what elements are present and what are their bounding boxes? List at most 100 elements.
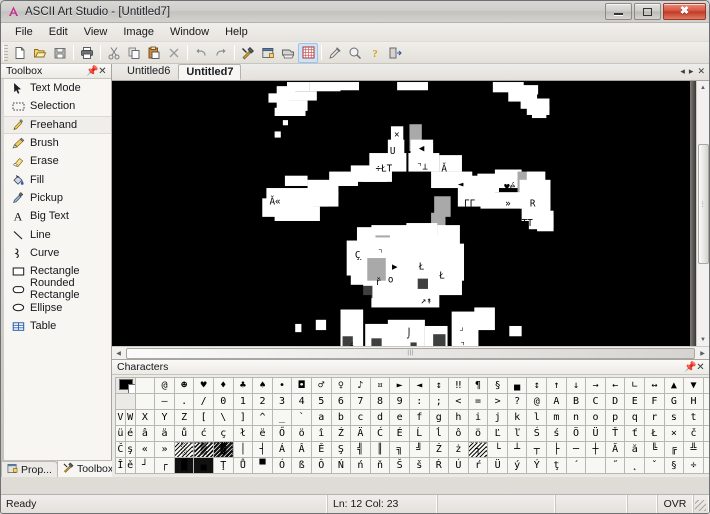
character-cell[interactable]: │ bbox=[232, 441, 254, 458]
character-cell[interactable]: 4 bbox=[291, 393, 312, 410]
character-cell[interactable]: Ă bbox=[604, 441, 626, 458]
character-cell[interactable]: ś bbox=[546, 425, 567, 442]
character-cell[interactable]: ý bbox=[506, 457, 528, 474]
character-cell[interactable]: ♥ bbox=[193, 377, 214, 394]
character-cell[interactable]: ╔ bbox=[663, 441, 685, 458]
character-cell[interactable]: Ś bbox=[526, 425, 548, 442]
character-cell[interactable]: ├ bbox=[546, 441, 567, 458]
character-cell[interactable]: ň bbox=[369, 457, 391, 474]
character-cell[interactable]: § bbox=[663, 457, 685, 474]
character-cell[interactable]: b bbox=[330, 409, 352, 426]
character-cell[interactable]: ´ bbox=[565, 457, 587, 474]
character-cell[interactable]: ¶ bbox=[467, 377, 489, 394]
sidebar-item-fill[interactable]: Fill bbox=[4, 170, 111, 188]
character-cell[interactable]: ż bbox=[448, 441, 469, 458]
character-cell[interactable]: ╚ bbox=[644, 441, 665, 458]
character-cell[interactable]: Z bbox=[173, 409, 195, 426]
cut-icon[interactable] bbox=[104, 43, 124, 63]
character-cell[interactable]: ů bbox=[173, 425, 195, 442]
character-cell[interactable]: t bbox=[683, 409, 704, 426]
character-cell[interactable]: ▼ bbox=[683, 377, 704, 394]
character-cell[interactable]: 8 bbox=[369, 393, 391, 410]
character-cell[interactable]: – bbox=[154, 393, 175, 410]
character-cell[interactable]: Î bbox=[115, 457, 126, 474]
character-cell[interactable]: č bbox=[683, 425, 704, 442]
new-icon[interactable] bbox=[10, 43, 30, 63]
background-color-swatch[interactable] bbox=[128, 384, 135, 393]
character-cell[interactable]: _ bbox=[271, 409, 293, 426]
character-cell[interactable]: ┬ bbox=[526, 441, 548, 458]
copy-icon[interactable] bbox=[124, 43, 144, 63]
character-cell[interactable]: ˝ bbox=[604, 457, 626, 474]
character-cell[interactable]: 2 bbox=[252, 393, 273, 410]
pin-icon[interactable]: 📌 bbox=[684, 362, 696, 373]
character-cell[interactable]: > bbox=[487, 393, 508, 410]
character-cell[interactable]: ÷ bbox=[683, 457, 704, 474]
tab-prev-icon[interactable]: ◂ bbox=[680, 66, 685, 77]
character-cell[interactable]: ♀ bbox=[330, 377, 352, 394]
character-cell[interactable]: @ bbox=[154, 377, 175, 394]
character-cell[interactable]: • bbox=[271, 377, 293, 394]
character-cell[interactable]: e bbox=[389, 409, 410, 426]
character-grid[interactable]: @☻♥♦♣♠•◘♂♀♪¤►◄↕‼¶§▄↕↑↓→←∟↔▲▼!"#$%&'()×+,… bbox=[115, 377, 709, 474]
character-cell[interactable]: I bbox=[702, 393, 709, 410]
character-cell[interactable]: ─ bbox=[565, 441, 587, 458]
print-icon[interactable] bbox=[77, 43, 97, 63]
scroll-down-icon[interactable]: ▼ bbox=[697, 333, 710, 346]
character-cell[interactable]: . bbox=[173, 393, 195, 410]
character-cell[interactable]: Ż bbox=[428, 441, 450, 458]
character-cell[interactable] bbox=[134, 393, 156, 410]
character-cell[interactable] bbox=[702, 377, 709, 394]
character-cell[interactable]: o bbox=[585, 409, 606, 426]
character-cell[interactable]: ♂ bbox=[310, 377, 332, 394]
paste-icon[interactable] bbox=[144, 43, 164, 63]
character-cell[interactable]: u bbox=[702, 409, 709, 426]
character-cell[interactable]: Ý bbox=[526, 457, 548, 474]
resize-grip[interactable] bbox=[693, 495, 709, 513]
sidebar-item-table[interactable]: Table bbox=[4, 317, 111, 335]
character-cell[interactable]: Ť bbox=[604, 425, 626, 442]
sidebar-item-erase[interactable]: Erase bbox=[4, 152, 111, 170]
menu-file[interactable]: File bbox=[7, 24, 41, 40]
color-swatch-selector[interactable] bbox=[115, 377, 136, 394]
menu-view[interactable]: View bbox=[76, 24, 116, 40]
character-cell[interactable]: ľ bbox=[506, 425, 528, 442]
character-cell[interactable]: Ů bbox=[232, 457, 254, 474]
character-cell[interactable]: g bbox=[428, 409, 450, 426]
scroll-right-icon[interactable]: ▶ bbox=[696, 347, 709, 360]
character-cell[interactable]: ă bbox=[624, 441, 646, 458]
character-cell[interactable]: ◄ bbox=[408, 377, 430, 394]
sidebar-item-rounded-rectangle[interactable]: Rounded Rectangle bbox=[4, 277, 111, 301]
ascii-canvas[interactable]: × U ÷ŁT ⌝⊥ Ă ◀ Ă« ◄ ΓΓ » ♥é R TT Ç ˙ ⌝ ▶… bbox=[112, 81, 709, 346]
character-cell[interactable]: Ţ bbox=[212, 457, 234, 474]
character-cell[interactable]: Ő bbox=[271, 425, 293, 442]
character-cell[interactable]: W bbox=[124, 409, 136, 426]
character-cell[interactable]: ┴ bbox=[506, 441, 528, 458]
character-cell[interactable]: 3 bbox=[271, 393, 293, 410]
scroll-left-icon[interactable]: ◀ bbox=[112, 347, 125, 360]
character-cell[interactable]: h bbox=[448, 409, 469, 426]
character-cell[interactable]: ˇ bbox=[644, 457, 665, 474]
character-cell[interactable]: ↓ bbox=[565, 377, 587, 394]
character-cell[interactable]: 0 bbox=[212, 393, 234, 410]
character-cell[interactable]: Ş bbox=[330, 441, 352, 458]
grid-icon[interactable] bbox=[298, 42, 318, 63]
character-cell[interactable]: l bbox=[526, 409, 548, 426]
character-cell[interactable]: [ bbox=[193, 409, 214, 426]
character-cell[interactable]: ě bbox=[124, 457, 136, 474]
character-cell[interactable]: ö bbox=[291, 425, 312, 442]
character-cell[interactable]: ń bbox=[350, 457, 371, 474]
delete-icon[interactable] bbox=[164, 43, 184, 63]
character-cell[interactable]: m bbox=[546, 409, 567, 426]
character-cell[interactable]: ▀ bbox=[252, 457, 273, 474]
character-cell[interactable]: ‼ bbox=[448, 377, 469, 394]
character-cell[interactable]: É bbox=[389, 425, 410, 442]
sidebar-item-freehand[interactable]: Freehand bbox=[4, 115, 111, 134]
character-cell[interactable]: a bbox=[310, 409, 332, 426]
character-cell[interactable]: ┌ bbox=[154, 457, 175, 474]
character-cell[interactable]: F bbox=[644, 393, 665, 410]
character-cell[interactable]: Ú bbox=[448, 457, 469, 474]
character-cell[interactable]: ↕ bbox=[428, 377, 450, 394]
character-cell[interactable]: ☻ bbox=[173, 377, 195, 394]
character-cell[interactable]: ? bbox=[506, 393, 528, 410]
